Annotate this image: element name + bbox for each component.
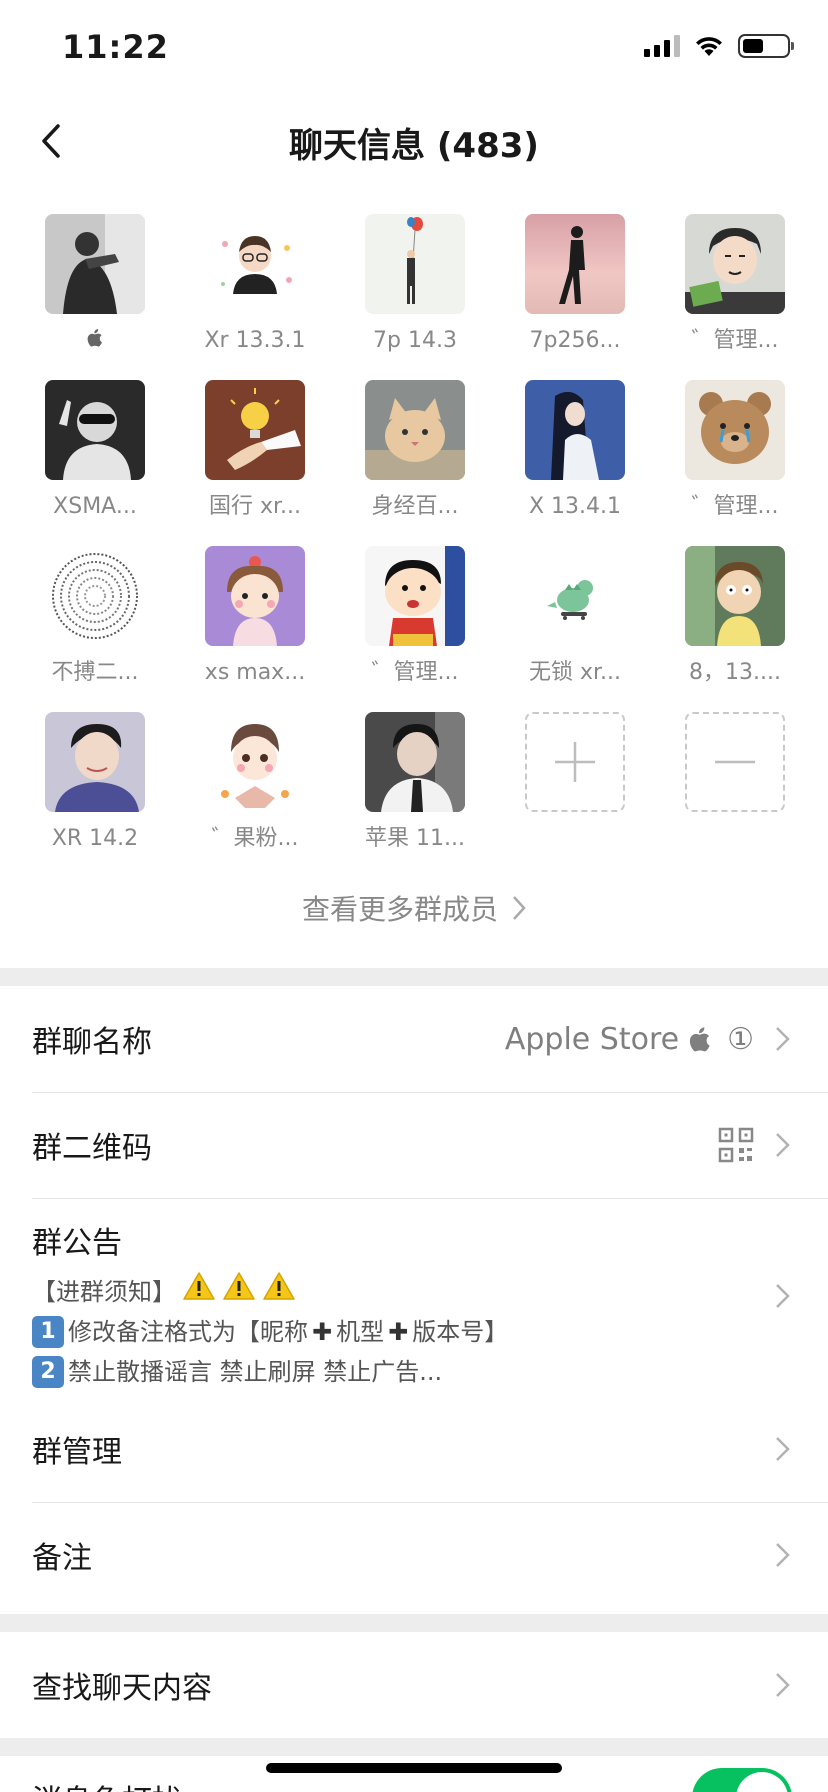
teddy-bear-icon: [685, 380, 785, 480]
young-man-icon: [45, 712, 145, 812]
group-manage-row[interactable]: 群管理: [0, 1396, 828, 1502]
member-tile[interactable]: 身经百...: [345, 380, 485, 522]
remove-member-button[interactable]: [665, 712, 805, 812]
group-qr-label: 群二维码: [32, 1131, 152, 1166]
chevron-right-icon: [776, 1437, 790, 1461]
home-indicator[interactable]: [266, 1763, 562, 1773]
member-tile[interactable]: 不搏二...: [25, 546, 165, 688]
warning-icon: [182, 1272, 216, 1312]
group-qr-row[interactable]: 群二维码: [0, 1092, 828, 1198]
group-name-row[interactable]: 群聊名称 Apple Store ①: [0, 986, 828, 1092]
keycap-two-icon: 2: [32, 1356, 64, 1388]
member-tile[interactable]: [25, 214, 165, 356]
mute-notifications-row[interactable]: 消息免打扰: [0, 1756, 828, 1792]
view-more-members-link[interactable]: 查看更多群成员: [0, 888, 828, 928]
chevron-right-icon: [776, 1027, 790, 1051]
qr-code-icon: [718, 1127, 754, 1163]
mute-toggle[interactable]: [692, 1768, 792, 1792]
chevron-right-icon: [776, 1673, 790, 1697]
warning-icon: [262, 1272, 296, 1312]
group-name-value: Apple Store ①: [504, 1021, 754, 1057]
status-icons: [644, 34, 794, 58]
minus-icon: [715, 760, 755, 764]
member-tile[interactable]: Xr 13.3.1: [185, 214, 325, 356]
search-chat-label: 查找聊天内容: [32, 1671, 212, 1706]
member-tile[interactable]: 7p 14.3: [345, 214, 485, 356]
cartoon-girl-icon: [205, 546, 305, 646]
heavy-plus-icon: ✚: [312, 1318, 333, 1346]
crayon-shin-icon: [365, 546, 465, 646]
battery-icon: [738, 34, 794, 58]
notice-line: 【进群须知】: [32, 1272, 732, 1312]
heavy-plus-icon: ✚: [388, 1318, 409, 1346]
status-bar: 11:22: [0, 0, 828, 100]
anime-boy-icon: [685, 214, 785, 314]
group-notice-row[interactable]: 群公告 【进群须知】 1 修改备注格式为【昵称 ✚ 机型 ✚ 版本号】 2 禁止…: [0, 1198, 828, 1396]
add-member-button[interactable]: [505, 712, 645, 812]
apple-logo-icon: [689, 1027, 710, 1052]
member-tile[interactable]: XR 14.2: [25, 712, 165, 854]
chevron-right-icon: [776, 1133, 790, 1157]
search-chat-row[interactable]: 查找聊天内容: [0, 1632, 828, 1738]
member-tile[interactable]: ゛管理...: [665, 380, 805, 522]
lightbulb-icon: [205, 380, 305, 480]
cat-icon: [365, 380, 465, 480]
sunglasses-man-icon: [45, 380, 145, 480]
member-tile[interactable]: 7p256...: [505, 214, 645, 356]
balloon-figure-icon: [365, 214, 465, 314]
group-name-label: 群聊名称: [32, 1025, 152, 1060]
search-section: 查找聊天内容: [0, 1632, 828, 1738]
member-tile[interactable]: 国行 xr...: [185, 380, 325, 522]
member-tile[interactable]: XSMA...: [25, 380, 165, 522]
chibi-boy-icon: [205, 712, 305, 812]
chevron-right-icon: [776, 1284, 790, 1308]
anime-girl-icon: [525, 380, 625, 480]
member-tile[interactable]: X 13.4.1: [505, 380, 645, 522]
member-grid: Xr 13.3.1 7p 14.3 7p256... ゛管理... XSMA..…: [0, 182, 828, 968]
status-time: 11:22: [62, 28, 169, 66]
member-tile[interactable]: 8，13....: [665, 546, 805, 688]
member-tile[interactable]: xs max...: [185, 546, 325, 688]
group-settings-section: 群聊名称 Apple Store ① 群二维码 群公告 【进群须知】 1 修改备…: [0, 986, 828, 1614]
wifi-icon: [696, 37, 722, 56]
member-tile[interactable]: ゛管理...: [345, 546, 485, 688]
walking-silhouette-icon: [525, 214, 625, 314]
chevron-right-icon: [776, 1543, 790, 1567]
cellular-signal-icon: [644, 35, 680, 57]
chevron-right-icon: [513, 896, 526, 920]
member-tile[interactable]: 无锁 xr...: [505, 546, 645, 688]
apple-logo-icon: [87, 329, 102, 347]
tie-man-icon: [365, 712, 465, 812]
group-notice-label: 群公告: [32, 1226, 122, 1261]
dinosaur-icon: [525, 546, 625, 646]
member-tile[interactable]: ゛管理...: [665, 214, 805, 356]
page-title: 聊天信息 (483): [289, 126, 539, 166]
member-tile[interactable]: ゛果粉...: [185, 712, 325, 854]
cartoon-boy-icon: [205, 214, 305, 314]
chat-info-screen: 11:22 聊天信息 (483) Xr 13.3.1 7p 14.3 7p256…: [0, 0, 828, 1792]
group-manage-label: 群管理: [32, 1435, 122, 1470]
pi-spiral-icon: [45, 546, 145, 646]
notice-line: 1 修改备注格式为【昵称 ✚ 机型 ✚ 版本号】: [32, 1312, 732, 1352]
nav-bar: 聊天信息 (483): [0, 100, 828, 182]
remark-label: 备注: [32, 1541, 92, 1576]
morty-icon: [685, 546, 785, 646]
warning-icon: [222, 1272, 256, 1312]
keycap-one-icon: 1: [32, 1316, 64, 1348]
plus-icon: [555, 742, 595, 782]
remark-row[interactable]: 备注: [0, 1502, 828, 1608]
member-tile[interactable]: 苹果 11...: [345, 712, 485, 854]
photo-man-bw-icon: [45, 214, 145, 314]
mute-notifications-label: 消息免打扰: [32, 1776, 182, 1792]
notice-line: 2 禁止散播谣言 禁止刷屏 禁止广告...: [32, 1352, 732, 1392]
